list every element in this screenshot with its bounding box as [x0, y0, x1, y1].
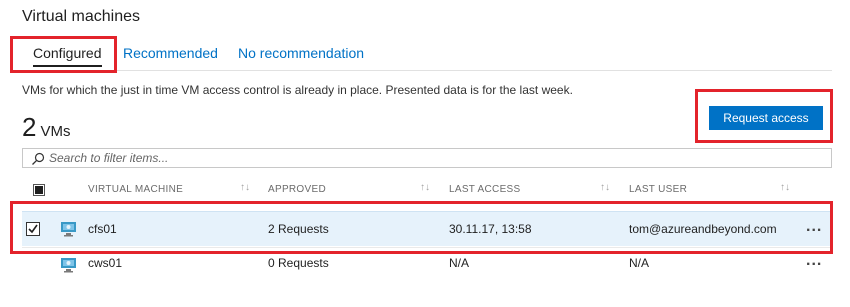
- column-header-approved[interactable]: APPROVED: [268, 184, 326, 195]
- page-title: Virtual machines: [22, 8, 140, 25]
- tab-bar: Configured Recommended No recommendation: [22, 44, 832, 71]
- vm-count-number: 2: [22, 112, 37, 142]
- sort-icon[interactable]: ↑↓: [780, 182, 790, 193]
- approved-count: 0 Requests: [268, 256, 329, 270]
- search-placeholder: Search to filter items...: [49, 151, 169, 165]
- sort-icon[interactable]: ↑↓: [420, 182, 430, 193]
- last-access: N/A: [449, 256, 470, 270]
- request-access-button[interactable]: Request access: [709, 106, 823, 130]
- search-input[interactable]: Search to filter items...: [22, 148, 832, 168]
- search-icon: [32, 152, 45, 165]
- vm-count: 2 VMs: [22, 112, 70, 143]
- table-header: VIRTUAL MACHINE ↑↓ APPROVED ↑↓ LAST ACCE…: [22, 178, 832, 202]
- sort-icon[interactable]: ↑↓: [240, 182, 250, 193]
- column-header-virtual-machine[interactable]: VIRTUAL MACHINE: [88, 184, 183, 195]
- tab-no-recommendation[interactable]: No recommendation: [238, 44, 364, 62]
- sort-icon[interactable]: ↑↓: [600, 182, 610, 193]
- vm-count-unit: VMs: [40, 123, 71, 140]
- vm-name[interactable]: cws01: [88, 256, 122, 270]
- virtual-machine-icon: [61, 258, 76, 273]
- tab-recommended[interactable]: Recommended: [123, 44, 218, 62]
- column-header-last-user[interactable]: LAST USER: [629, 184, 687, 195]
- description-text: VMs for which the just in time VM access…: [22, 83, 573, 97]
- tab-highlight-box: [10, 36, 117, 73]
- last-user: N/A: [629, 256, 650, 270]
- row-highlight-box: [10, 201, 833, 254]
- select-all-checkbox[interactable]: [33, 184, 45, 196]
- more-options-icon[interactable]: ...: [806, 252, 822, 270]
- column-header-last-access[interactable]: LAST ACCESS: [449, 184, 520, 195]
